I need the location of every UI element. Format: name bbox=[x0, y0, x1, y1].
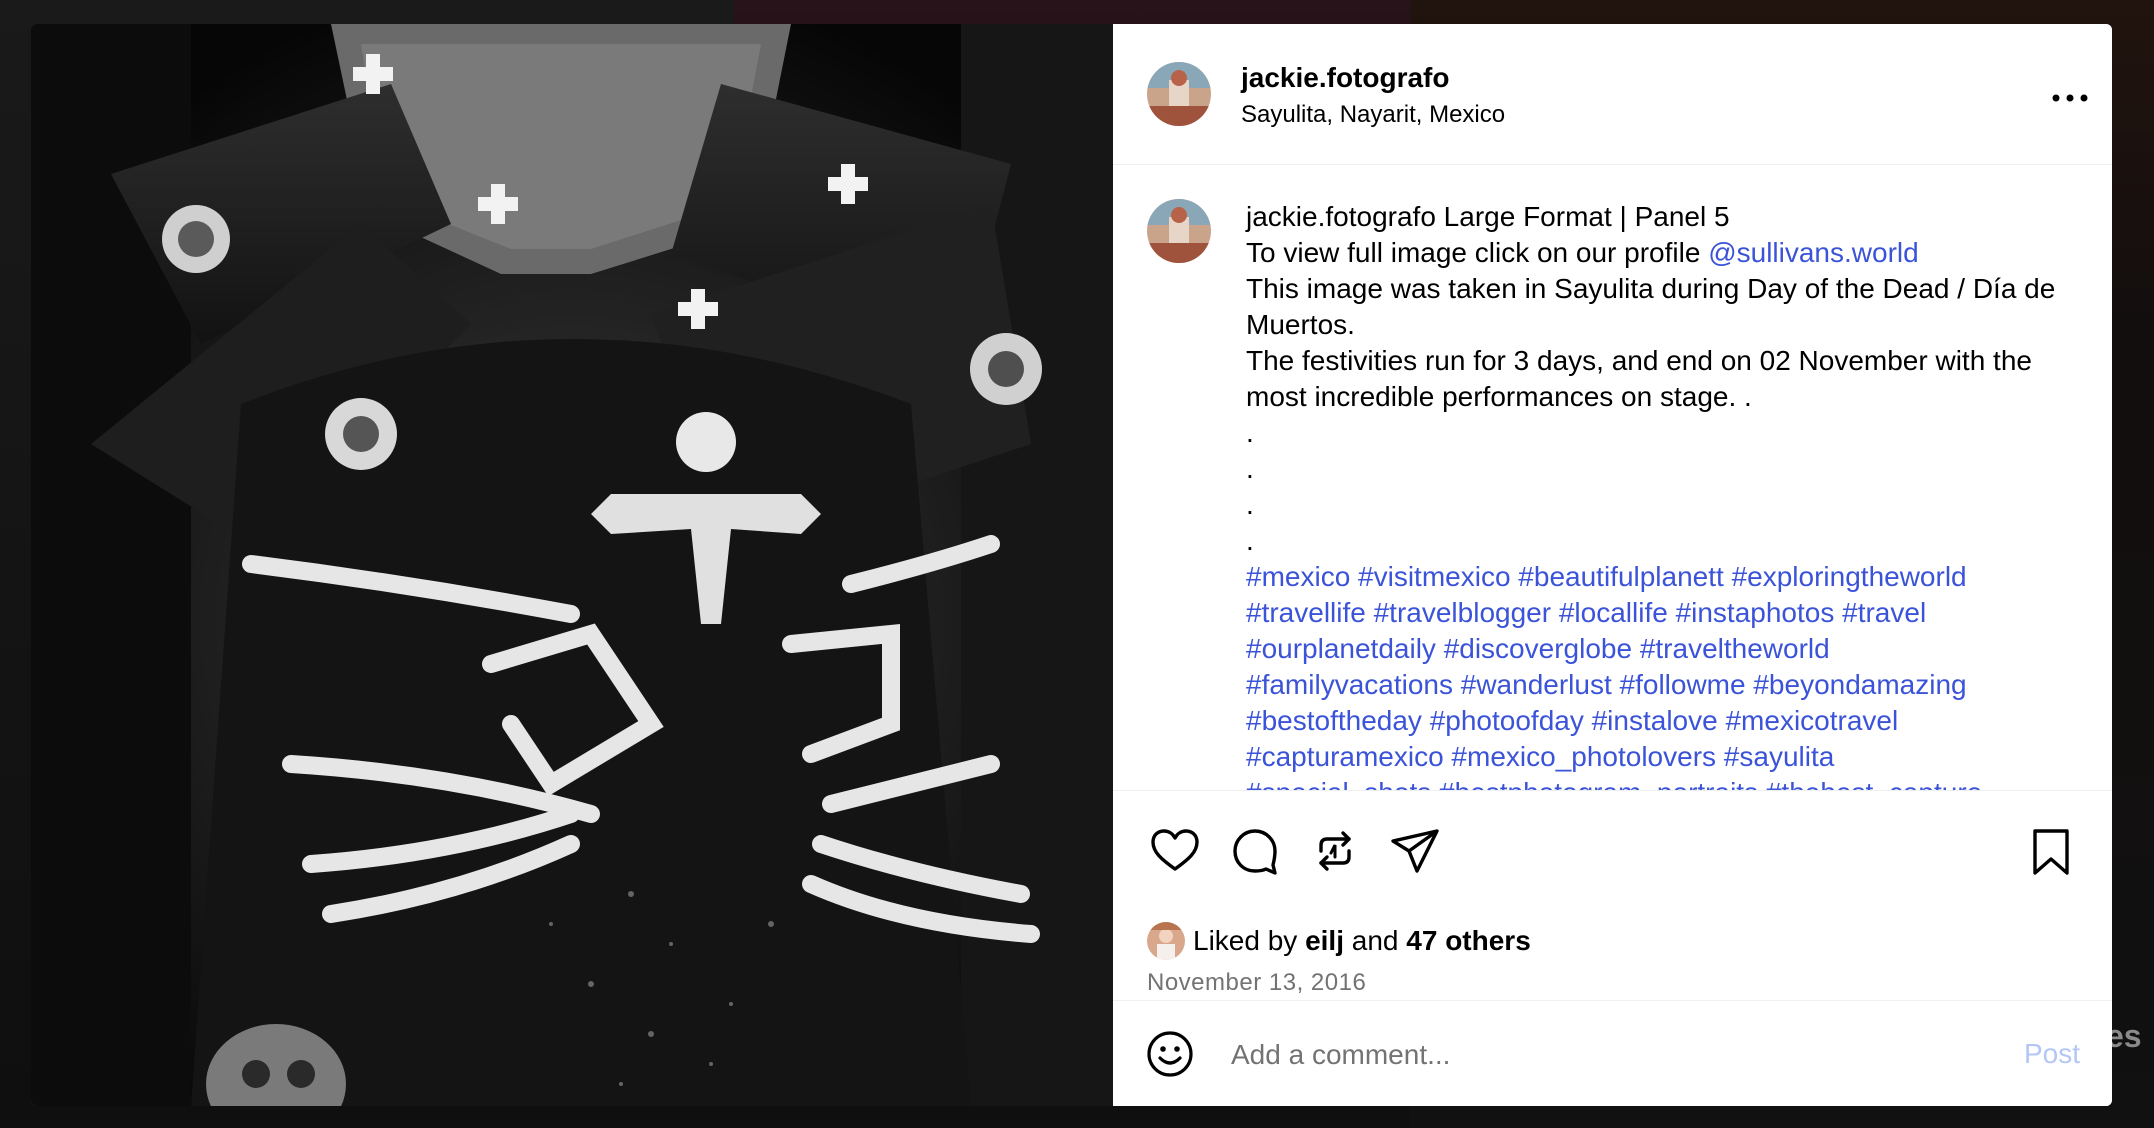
hashtag-line[interactable]: #familyvacations #wanderlust #followme #… bbox=[1246, 667, 2086, 703]
likes-prefix: Liked by bbox=[1193, 925, 1298, 956]
caption-dot: . bbox=[1246, 525, 1254, 556]
comment-button[interactable] bbox=[1227, 823, 1283, 879]
caption-title: Large Format | Panel 5 bbox=[1443, 201, 1730, 232]
caption-avatar[interactable] bbox=[1147, 199, 1211, 263]
caption-username[interactable]: jackie.fotografo bbox=[1246, 201, 1436, 232]
comment-bubble-icon bbox=[1233, 829, 1277, 875]
share-button[interactable] bbox=[1387, 823, 1443, 879]
likes-others-link[interactable]: 47 others bbox=[1406, 925, 1531, 957]
comment-composer: Post bbox=[1113, 1000, 2112, 1106]
liker-avatar[interactable] bbox=[1147, 922, 1185, 960]
post-modal: jackie.fotografo Sayulita, Nayarit, Mexi… bbox=[31, 24, 2112, 1106]
caption-line: The festivities run for 3 days, and end … bbox=[1246, 345, 2032, 412]
like-button[interactable] bbox=[1147, 823, 1203, 879]
more-options-button[interactable] bbox=[2046, 78, 2094, 118]
avatar-image bbox=[1147, 199, 1211, 263]
hashtag-line[interactable]: #bestoftheday #photoofday #instalove #me… bbox=[1246, 703, 2086, 739]
save-button[interactable] bbox=[2023, 823, 2079, 879]
ellipsis-icon bbox=[2052, 94, 2088, 102]
caption-text: jackie.fotografo Large Format | Panel 5 … bbox=[1246, 199, 2086, 790]
liker-username[interactable]: eilj bbox=[1305, 925, 1344, 957]
hashtag-line[interactable]: #travellife #travelblogger #locallife #i… bbox=[1246, 595, 2086, 631]
smiley-icon bbox=[1147, 1031, 1193, 1077]
repost-button[interactable] bbox=[1307, 823, 1363, 879]
post-date[interactable]: November 13, 2016 bbox=[1147, 969, 1366, 997]
comment-input[interactable] bbox=[1229, 1031, 1933, 1079]
likes-summary: Liked by eilj and 47 others bbox=[1147, 921, 1531, 961]
caption-dot: . bbox=[1246, 489, 1254, 520]
caption-line-profile: To view full image click on our profile bbox=[1246, 237, 1701, 268]
mention-link[interactable]: @sullivans.world bbox=[1708, 237, 1919, 268]
caption-section: jackie.fotografo Large Format | Panel 5 … bbox=[1113, 165, 2112, 790]
author-avatar[interactable] bbox=[1147, 62, 1211, 126]
post-details-panel: jackie.fotografo Sayulita, Nayarit, Mexi… bbox=[1113, 24, 2112, 1106]
hashtag-line[interactable]: #special_shots #bestphotogram_portraits … bbox=[1246, 775, 2086, 790]
bookmark-icon bbox=[2033, 829, 2069, 875]
post-photo[interactable] bbox=[31, 24, 1113, 1106]
emoji-button[interactable] bbox=[1145, 1029, 1195, 1079]
avatar-image bbox=[1147, 62, 1211, 126]
post-location[interactable]: Sayulita, Nayarit, Mexico bbox=[1241, 101, 1505, 129]
heart-icon bbox=[1151, 829, 1199, 871]
likes-joiner: and bbox=[1351, 925, 1399, 956]
post-comment-button[interactable]: Post bbox=[2024, 1038, 2080, 1070]
hashtag-line[interactable]: #mexico #visitmexico #beautifulplanett #… bbox=[1246, 559, 2086, 595]
hashtag-line[interactable]: #ourplanetdaily #discoverglobe #travelth… bbox=[1246, 631, 2086, 667]
avatar-image bbox=[1147, 922, 1185, 960]
hashtag-line[interactable]: #capturamexico #mexico_photolovers #sayu… bbox=[1246, 739, 2086, 775]
costume-photo-illustration bbox=[31, 24, 1113, 1106]
caption-line: This image was taken in Sayulita during … bbox=[1246, 273, 2056, 340]
caption-dot: . bbox=[1246, 417, 1254, 448]
caption-dot: . bbox=[1246, 453, 1254, 484]
author-username[interactable]: jackie.fotografo bbox=[1241, 62, 1449, 94]
repost-icon bbox=[1319, 831, 1351, 871]
paper-plane-icon bbox=[1391, 829, 1439, 873]
post-header: jackie.fotografo Sayulita, Nayarit, Mexi… bbox=[1113, 24, 2112, 165]
post-actions: Liked by eilj and 47 others November 13,… bbox=[1113, 790, 2112, 1021]
